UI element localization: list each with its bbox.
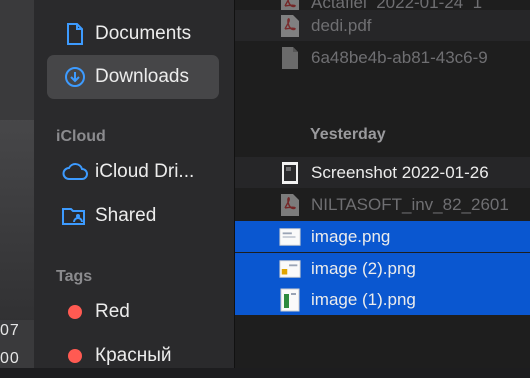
file-name: Screenshot 2022-01-26 [311, 162, 489, 182]
document-icon [61, 20, 89, 48]
desktop-shade [0, 120, 34, 320]
file-name: NILTASOFT_inv_82_2601 [311, 194, 509, 214]
sidebar-section-icloud: iCloud [56, 128, 106, 145]
desktop-background: 07 00 [0, 0, 34, 368]
file-name: image (2).png [311, 258, 416, 278]
red-tag-dot-icon [61, 342, 89, 370]
sidebar-item-icloud-drive[interactable]: iCloud Dri... [47, 150, 219, 194]
sidebar-item-label: Красный [95, 345, 172, 366]
desktop-text-2: 00 [0, 350, 20, 367]
download-icon [61, 63, 89, 91]
sidebar-item-tag-red[interactable]: Red [47, 290, 219, 334]
sidebar-section-tags: Tags [56, 268, 93, 285]
sidebar-item-label: iCloud Dri... [95, 161, 195, 182]
file-name: 6a48be4b-ab81-43c6-9 [311, 47, 488, 67]
file-name: dedi.pdf [311, 15, 372, 35]
file-row[interactable]: dedi.pdf [235, 10, 530, 41]
image-icon [279, 224, 301, 250]
image-icon [279, 256, 301, 282]
screenshot-icon [279, 160, 301, 186]
sidebar-item-label: Downloads [95, 66, 189, 87]
pdf-icon [279, 192, 301, 218]
file-row-selected[interactable]: image (2).png [235, 253, 530, 284]
cloud-icon [61, 158, 89, 186]
sidebar-item-label: Documents [95, 23, 192, 44]
finder-sidebar: Documents Downloads iCloud iCloud Dri...… [34, 0, 235, 368]
sidebar-item-label: Red [95, 301, 130, 322]
sidebar-item-label: Shared [95, 205, 157, 226]
generic-file-icon [279, 45, 301, 71]
sidebar-item-downloads[interactable]: Downloads [47, 55, 219, 99]
shared-folder-icon [61, 202, 89, 230]
file-list: Actafiel_2022-01-24_1 dedi.pdf 6a48be4b-… [235, 0, 530, 368]
file-row-selected[interactable]: image (1).png [235, 284, 530, 315]
group-header-yesterday: Yesterday [310, 126, 386, 143]
pdf-icon [279, 13, 301, 39]
image-icon [279, 287, 301, 313]
red-tag-dot-icon [61, 298, 89, 326]
file-name: image (1).png [311, 289, 416, 309]
file-row-selected[interactable]: image.png [235, 221, 530, 252]
file-row[interactable]: Screenshot 2022-01-26 [235, 157, 530, 188]
file-row[interactable]: NILTASOFT_inv_82_2601 [235, 189, 530, 220]
sidebar-item-shared[interactable]: Shared [47, 194, 219, 238]
sidebar-item-documents[interactable]: Documents [47, 12, 219, 56]
sidebar-item-tag-krasny[interactable]: Красный [47, 334, 219, 378]
file-name: image.png [311, 226, 391, 246]
desktop-text-1: 07 [0, 322, 20, 339]
file-row[interactable]: 6a48be4b-ab81-43c6-9 [235, 42, 530, 73]
